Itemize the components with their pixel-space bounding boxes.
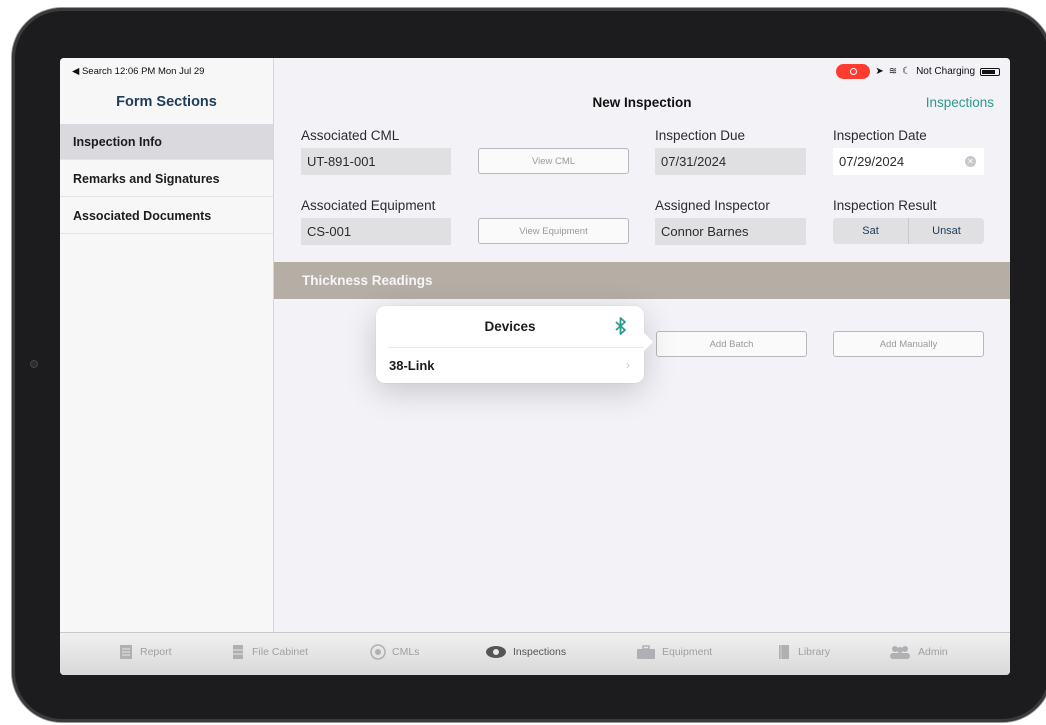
inspection-result-label: Inspection Result — [833, 198, 937, 213]
view-equipment-button[interactable]: View Equipment — [478, 218, 629, 244]
inspections-link[interactable]: Inspections — [926, 95, 994, 110]
chevron-right-icon: › — [626, 358, 630, 372]
sidebar-item-label: Inspection Info — [73, 135, 162, 149]
status-bar-left[interactable]: ◀ Search 12:06 PM Mon Jul 29 — [72, 66, 204, 77]
eye-icon — [486, 646, 506, 658]
bluetooth-icon[interactable] — [614, 317, 628, 335]
screen-recording-indicator[interactable] — [836, 64, 871, 79]
tab-label: CMLs — [392, 646, 420, 658]
tab-library[interactable]: Library — [776, 644, 830, 660]
tab-file-cabinet[interactable]: File Cabinet — [230, 644, 308, 660]
tab-admin[interactable]: Admin — [888, 644, 948, 660]
status-bar-right: ➤ ≋ ☾ Not Charging — [836, 64, 1000, 79]
inspection-date-field[interactable]: 07/29/2024 ✕ — [833, 148, 984, 175]
device-row-label[interactable]: 38-Link — [389, 358, 435, 373]
form-sections-sidebar: ◀ Search 12:06 PM Mon Jul 29 Form Sectio… — [60, 58, 274, 632]
tab-label: Report — [140, 646, 172, 658]
assigned-inspector-label: Assigned Inspector — [655, 198, 770, 213]
bottom-tab-bar: Report File Cabinet CMLs Inspections Equ… — [60, 632, 1010, 675]
tab-label: File Cabinet — [252, 646, 309, 658]
tab-equipment[interactable]: Equipment — [636, 644, 712, 660]
app-screen: ◀ Search 12:06 PM Mon Jul 29 Form Sectio… — [60, 58, 1010, 675]
sidebar-item-remarks-signatures[interactable]: Remarks and Signatures — [60, 161, 273, 197]
thickness-readings-header: Thickness Readings — [274, 262, 1010, 299]
record-icon — [849, 68, 857, 75]
tab-inspections[interactable]: Inspections — [485, 644, 566, 660]
sidebar-item-associated-documents[interactable]: Associated Documents — [60, 198, 273, 234]
main-content: ➤ ≋ ☾ Not Charging New Inspection Inspec… — [274, 58, 1010, 632]
front-camera — [30, 360, 38, 368]
report-icon — [120, 645, 132, 659]
sidebar-title: Form Sections — [116, 94, 217, 110]
battery-icon — [980, 67, 1000, 76]
result-sat-segment[interactable]: Sat — [833, 218, 908, 244]
tab-report[interactable]: Report — [118, 644, 172, 660]
devices-popover: Devices 38-Link › — [376, 306, 653, 383]
target-icon — [370, 644, 386, 660]
associated-equipment-field: CS-001 — [301, 218, 451, 245]
sidebar-item-label: Associated Documents — [73, 209, 212, 223]
tab-label: Equipment — [662, 646, 713, 658]
add-manually-button[interactable]: Add Manually — [833, 331, 984, 357]
book-icon — [779, 645, 789, 659]
inspection-due-label: Inspection Due — [655, 128, 746, 143]
associated-cml-field: UT-891-001 — [301, 148, 451, 175]
result-unsat-segment[interactable]: Unsat — [908, 218, 984, 244]
moon-icon: ☾ — [902, 66, 912, 77]
tab-label: Library — [798, 646, 831, 658]
view-cml-button[interactable]: View CML — [478, 148, 629, 174]
toolbox-icon — [637, 645, 655, 659]
tab-cmls[interactable]: CMLs — [370, 644, 419, 660]
section-title: Thickness Readings — [302, 273, 433, 288]
clear-icon[interactable]: ✕ — [965, 156, 976, 167]
popover-divider — [388, 347, 644, 348]
add-batch-button[interactable]: Add Batch — [656, 331, 807, 357]
wifi-icon: ≋ — [888, 66, 898, 77]
page-title: New Inspection — [592, 95, 692, 110]
location-icon: ➤ — [875, 66, 884, 77]
tab-label: Admin — [918, 646, 948, 658]
associated-cml-label: Associated CML — [301, 128, 400, 143]
associated-equipment-label: Associated Equipment — [301, 198, 436, 213]
charging-status: Not Charging — [916, 66, 975, 77]
inspection-date-value: 07/29/2024 — [839, 154, 905, 169]
inspection-date-label: Inspection Date — [833, 128, 927, 143]
sidebar-item-label: Remarks and Signatures — [73, 172, 220, 186]
inspection-result-segmented-control: Sat Unsat — [833, 218, 984, 244]
sidebar-item-inspection-info[interactable]: Inspection Info — [60, 124, 273, 160]
popover-title: Devices — [484, 319, 536, 334]
tab-label: Inspections — [513, 646, 567, 658]
assigned-inspector-field: Connor Barnes — [655, 218, 806, 245]
file-cabinet-icon — [233, 645, 243, 659]
people-icon — [890, 646, 910, 659]
inspection-due-field: 07/31/2024 — [655, 148, 806, 175]
